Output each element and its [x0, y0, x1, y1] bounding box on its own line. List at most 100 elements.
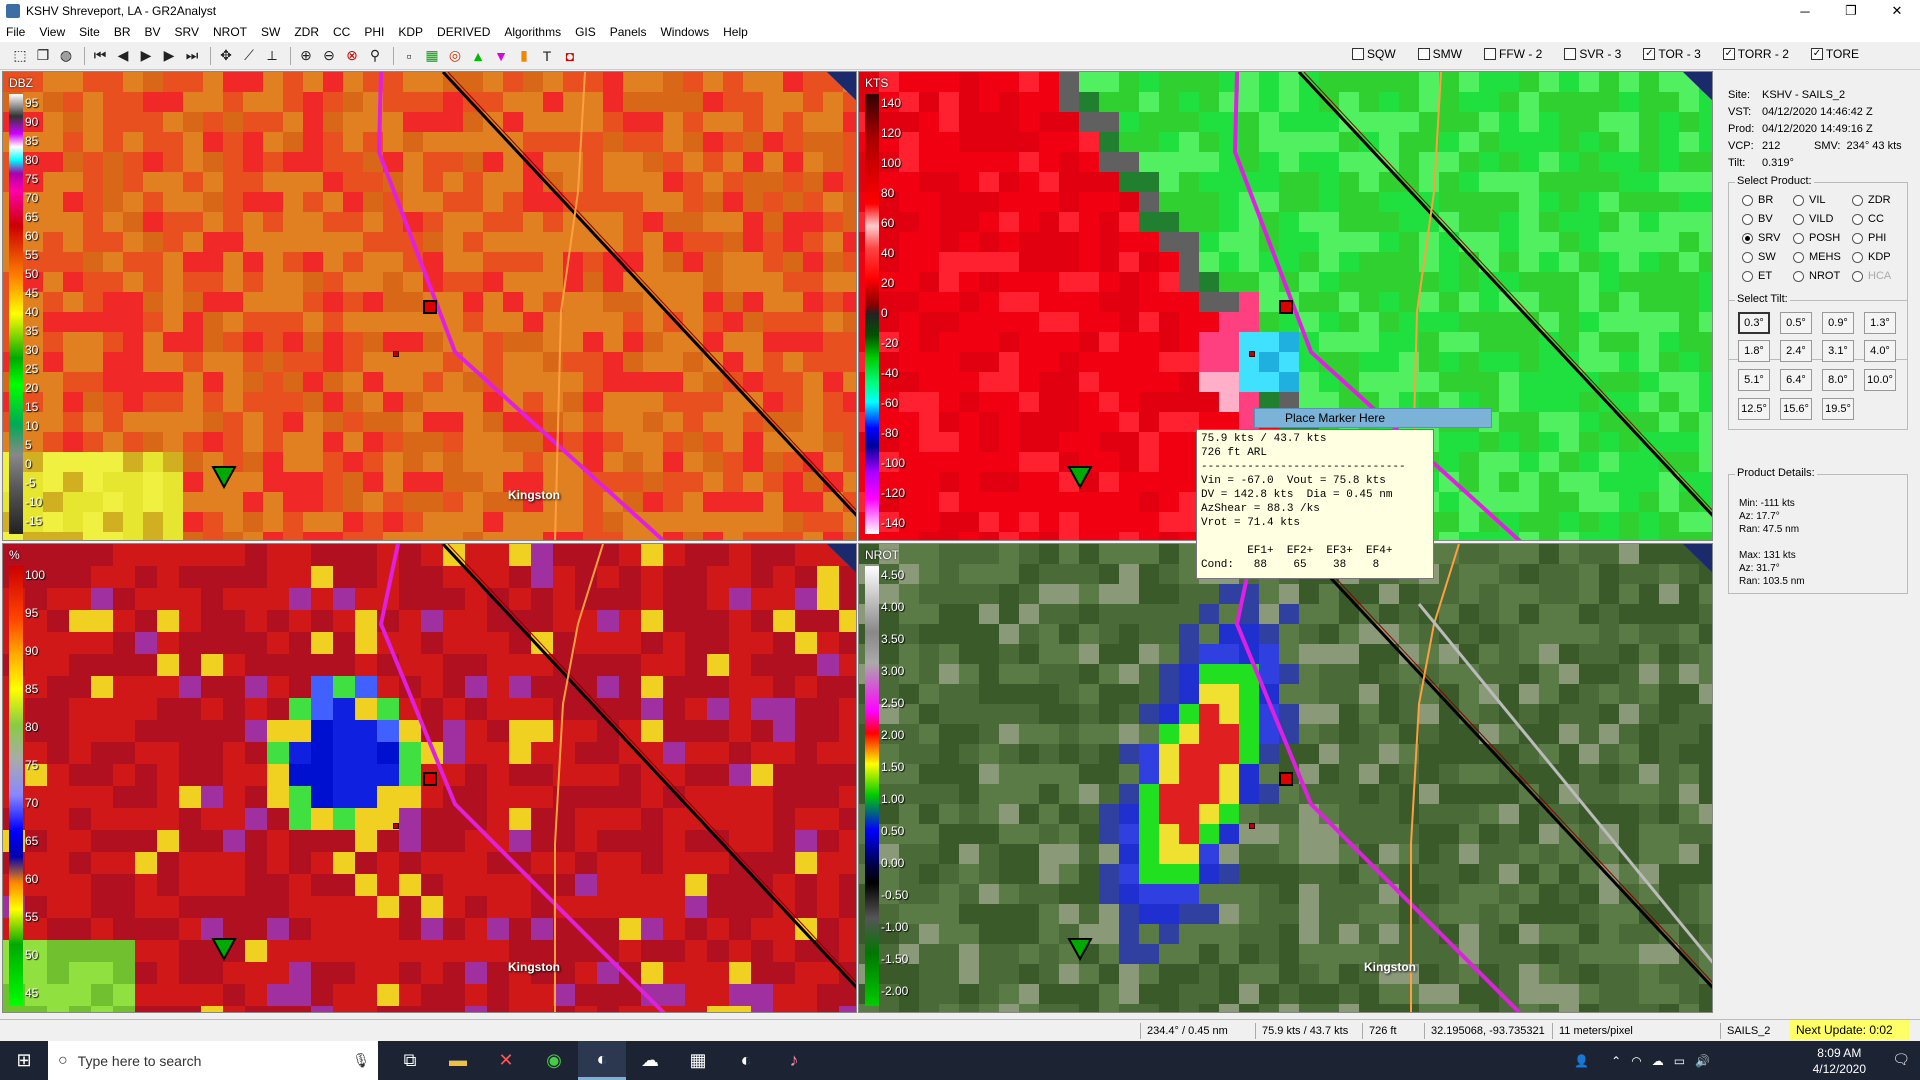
- tilt-button-15-6[interactable]: 15.6°: [1780, 398, 1812, 420]
- radio-posh[interactable]: POSH: [1793, 232, 1840, 244]
- marker-icon[interactable]: ◘: [560, 46, 580, 66]
- menu-br[interactable]: BR: [114, 25, 131, 39]
- warning-torr[interactable]: ✓ TORR - 2: [1722, 47, 1789, 61]
- checkbox-tor[interactable]: ✓: [1643, 48, 1656, 60]
- radio-sw[interactable]: SW: [1742, 251, 1776, 263]
- storm-triangle-icon[interactable]: [1067, 937, 1093, 961]
- gr2analyst-alt-icon[interactable]: ◐: [722, 1041, 770, 1080]
- zoom-out-icon[interactable]: ⊖: [319, 46, 339, 66]
- menu-view[interactable]: View: [39, 25, 65, 39]
- microphone-icon[interactable]: 🎙: [352, 1052, 370, 1069]
- menu-help[interactable]: Help: [723, 25, 748, 39]
- measure-icon[interactable]: ⟋: [239, 46, 259, 66]
- checkbox-sqw[interactable]: [1352, 48, 1364, 60]
- overlay-icon[interactable]: ▮: [514, 46, 534, 66]
- radio-phi[interactable]: PHI: [1852, 232, 1886, 244]
- radio-vild[interactable]: VILD: [1793, 213, 1833, 225]
- tilt-button-0-3[interactable]: 0.3°: [1738, 312, 1770, 334]
- radio-br[interactable]: BR: [1742, 194, 1773, 206]
- menu-nrot[interactable]: NROT: [213, 25, 247, 39]
- checkbox-torr[interactable]: ✓: [1722, 48, 1735, 60]
- placed-marker[interactable]: [423, 300, 437, 314]
- menu-cc[interactable]: CC: [333, 25, 350, 39]
- warning-smw[interactable]: SMW: [1417, 47, 1462, 61]
- people-icon[interactable]: 👤: [1574, 1054, 1589, 1068]
- tilt-button-10-0[interactable]: 10.0°: [1864, 369, 1896, 391]
- zoom-reset-icon[interactable]: ⊗: [342, 46, 362, 66]
- tilt-button-5-1[interactable]: 5.1°: [1738, 369, 1770, 391]
- radio-nrot[interactable]: NROT: [1793, 270, 1840, 282]
- warning-ffw[interactable]: FFW - 2: [1484, 47, 1542, 61]
- panel-correlation[interactable]: % 100 95 90 85 80 75 70 65 60 55 50 45 K…: [2, 543, 857, 1013]
- placed-marker[interactable]: [1279, 300, 1293, 314]
- volume-icon[interactable]: 🔊: [1695, 1054, 1710, 1068]
- tilt-button-8-0[interactable]: 8.0°: [1822, 369, 1854, 391]
- tilt-button-6-4[interactable]: 6.4°: [1780, 369, 1812, 391]
- menu-phi[interactable]: PHI: [364, 25, 384, 39]
- radio-vil[interactable]: VIL: [1793, 194, 1826, 206]
- radio-zdr[interactable]: ZDR: [1852, 194, 1891, 206]
- zoom-in-icon[interactable]: ⊕: [296, 46, 316, 66]
- warning-tore[interactable]: ✓ TORE: [1810, 47, 1859, 61]
- cloud-icon[interactable]: ☁: [1652, 1054, 1664, 1068]
- placed-marker[interactable]: [423, 772, 437, 786]
- menu-windows[interactable]: Windows: [660, 25, 709, 39]
- warning-svr[interactable]: SVR - 3: [1564, 47, 1621, 61]
- minimize-button[interactable]: ─: [1782, 0, 1828, 22]
- taskbar-search[interactable]: ○ Type here to search 🎙: [48, 1041, 378, 1080]
- tray-chevron-icon[interactable]: ⌃: [1611, 1054, 1621, 1068]
- tilt-button-4-0[interactable]: 4.0°: [1864, 340, 1896, 362]
- wifi-icon[interactable]: ◠: [1631, 1054, 1641, 1068]
- panel-reflectivity[interactable]: DBZ 95 90 85 80 75 70 65 60 55 50 45 40 …: [2, 71, 857, 541]
- menu-sw[interactable]: SW: [261, 25, 280, 39]
- tilt-button-0-5[interactable]: 0.5°: [1780, 312, 1812, 334]
- pointer-icon[interactable]: ⬚: [10, 46, 30, 66]
- text-icon[interactable]: T: [537, 46, 557, 66]
- radio-mehs[interactable]: MEHS: [1793, 251, 1841, 263]
- grid-icon[interactable]: ▦: [422, 46, 442, 66]
- calculator-icon[interactable]: ▦: [674, 1041, 722, 1080]
- menu-algorithms[interactable]: Algorithms: [504, 25, 561, 39]
- storm-track-icon[interactable]: ▲: [468, 46, 488, 66]
- place-marker-menu-item[interactable]: Place Marker Here: [1254, 408, 1492, 428]
- tilt-button-2-4[interactable]: 2.4°: [1780, 340, 1812, 362]
- storm-triangle-icon[interactable]: [211, 937, 237, 961]
- panel-nrot[interactable]: NROT 4.50 4.00 3.50 3.00 2.50 2.00 1.50 …: [858, 543, 1713, 1013]
- storm-icon[interactable]: ◎: [445, 46, 465, 66]
- tilt-button-0-9[interactable]: 0.9°: [1822, 312, 1854, 334]
- blank-icon[interactable]: ▫: [399, 46, 419, 66]
- app-icon-x[interactable]: ✕: [482, 1041, 530, 1080]
- close-button[interactable]: ✕: [1874, 0, 1920, 22]
- maximize-button[interactable]: ❐: [1828, 0, 1874, 22]
- task-view-icon[interactable]: ⧉: [386, 1041, 434, 1080]
- skip-forward-icon[interactable]: ⏭: [182, 46, 202, 66]
- tvs-icon[interactable]: ▼: [491, 46, 511, 66]
- gr2analyst-taskbar-icon[interactable]: ◐: [578, 1041, 626, 1080]
- battery-icon[interactable]: ▭: [1674, 1054, 1685, 1068]
- weather-app-icon[interactable]: ☁: [626, 1041, 674, 1080]
- globe-icon[interactable]: ◍: [56, 46, 76, 66]
- placed-marker[interactable]: [1279, 772, 1293, 786]
- step-back-icon[interactable]: ◀: [113, 46, 133, 66]
- menu-bv[interactable]: BV: [145, 25, 161, 39]
- menu-panels[interactable]: Panels: [610, 25, 647, 39]
- tilt-button-12-5[interactable]: 12.5°: [1738, 398, 1770, 420]
- warning-tor[interactable]: ✓ TOR - 3: [1643, 47, 1701, 61]
- menu-srv[interactable]: SRV: [175, 25, 199, 39]
- tilt-button-1-8[interactable]: 1.8°: [1738, 340, 1770, 362]
- radio-bv[interactable]: BV: [1742, 213, 1773, 225]
- radio-et[interactable]: ET: [1742, 270, 1772, 282]
- menu-site[interactable]: Site: [79, 25, 100, 39]
- file-explorer-icon[interactable]: ▬: [434, 1041, 482, 1080]
- menu-zdr[interactable]: ZDR: [294, 25, 319, 39]
- step-forward-icon[interactable]: ▶: [159, 46, 179, 66]
- windows-start-icon[interactable]: ⊞: [0, 1041, 48, 1080]
- play-icon[interactable]: ▶: [136, 46, 156, 66]
- menu-gis[interactable]: GIS: [575, 25, 596, 39]
- menu-derived[interactable]: DERIVED: [437, 25, 490, 39]
- radio-srv[interactable]: SRV: [1742, 232, 1780, 244]
- tilt-button-3-1[interactable]: 3.1°: [1822, 340, 1854, 362]
- checkbox-ffw[interactable]: [1484, 48, 1496, 60]
- checkbox-smw[interactable]: [1417, 48, 1430, 60]
- skip-back-icon[interactable]: ⏮: [90, 46, 110, 66]
